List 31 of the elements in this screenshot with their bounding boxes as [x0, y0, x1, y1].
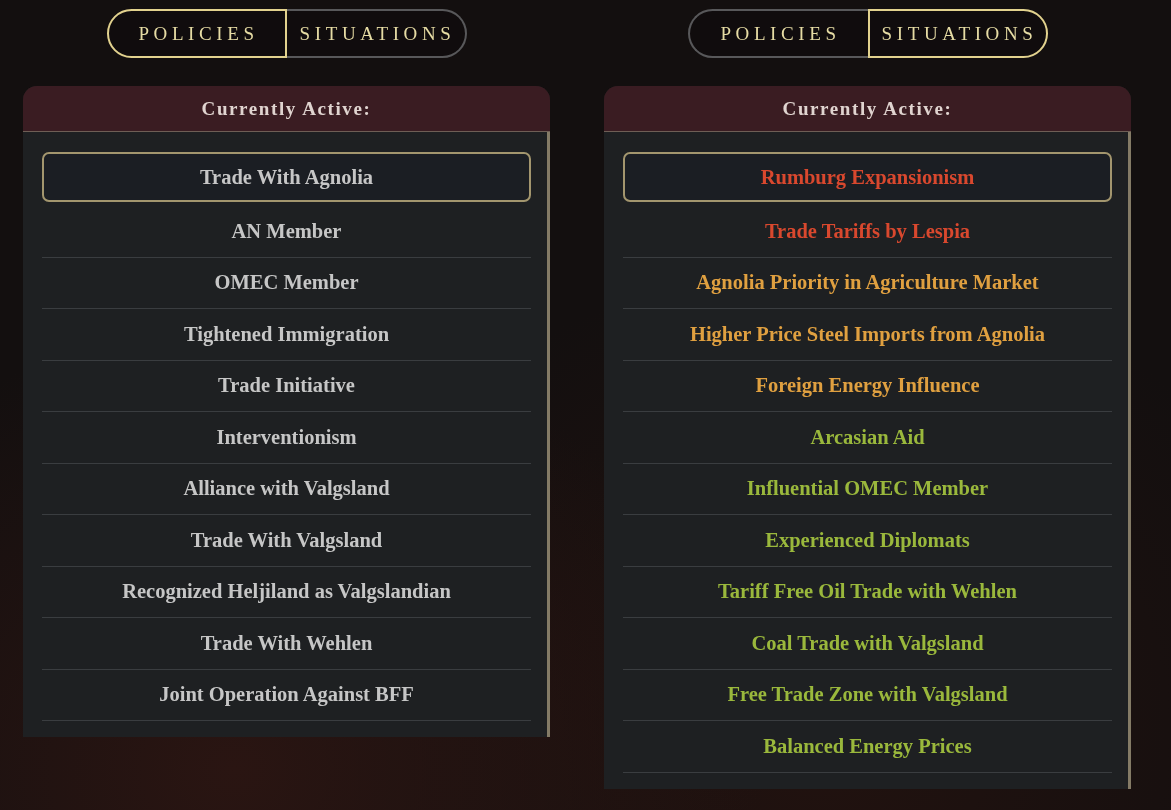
- list-item[interactable]: Coal Trade with Valgsland: [623, 618, 1112, 670]
- list-item[interactable]: Free Trade Zone with Valgsland: [623, 669, 1112, 721]
- list-item[interactable]: OMEC Member: [42, 257, 531, 309]
- tab[interactable]: POLICIES: [106, 9, 287, 58]
- tab[interactable]: POLICIES: [687, 9, 868, 58]
- list-item[interactable]: Trade Initiative: [42, 360, 531, 412]
- scrollbar[interactable]: [1128, 132, 1131, 789]
- list-item[interactable]: Experienced Diplomats: [623, 515, 1112, 567]
- list-item[interactable]: Rumburg Expansionism: [623, 152, 1112, 202]
- list-item[interactable]: Balanced Energy Prices: [623, 721, 1112, 773]
- list-item[interactable]: Influential OMEC Member: [623, 463, 1112, 515]
- panel-header: Currently Active:: [23, 86, 550, 132]
- list-item[interactable]: Recognized Heljiland as Valgslandian: [42, 566, 531, 618]
- list-item[interactable]: Trade With Valgsland: [42, 515, 531, 567]
- list-item[interactable]: AN Member: [42, 206, 531, 258]
- tab[interactable]: SITUATIONS: [867, 9, 1048, 58]
- list-item[interactable]: Foreign Energy Influence: [623, 360, 1112, 412]
- list-item[interactable]: Higher Price Steel Imports from Agnolia: [623, 309, 1112, 361]
- list-item[interactable]: Trade With Agnolia: [42, 152, 531, 202]
- list-item[interactable]: Agnolia Priority in Agriculture Market: [623, 257, 1112, 309]
- list-item[interactable]: Tariff Free Oil Trade with Wehlen: [623, 566, 1112, 618]
- panel-header: Currently Active:: [604, 86, 1131, 132]
- list-item[interactable]: Interventionism: [42, 412, 531, 464]
- scrollbar[interactable]: [547, 132, 550, 737]
- list-item[interactable]: Tightened Immigration: [42, 309, 531, 361]
- list-item[interactable]: Arcasian Aid: [623, 412, 1112, 464]
- list-item[interactable]: Alliance with Valgsland: [42, 463, 531, 515]
- list-item[interactable]: Trade Tariffs by Lespia: [623, 206, 1112, 258]
- tab[interactable]: SITUATIONS: [286, 9, 467, 58]
- list-item[interactable]: Trade With Wehlen: [42, 618, 531, 670]
- list-item[interactable]: Joint Operation Against BFF: [42, 669, 531, 721]
